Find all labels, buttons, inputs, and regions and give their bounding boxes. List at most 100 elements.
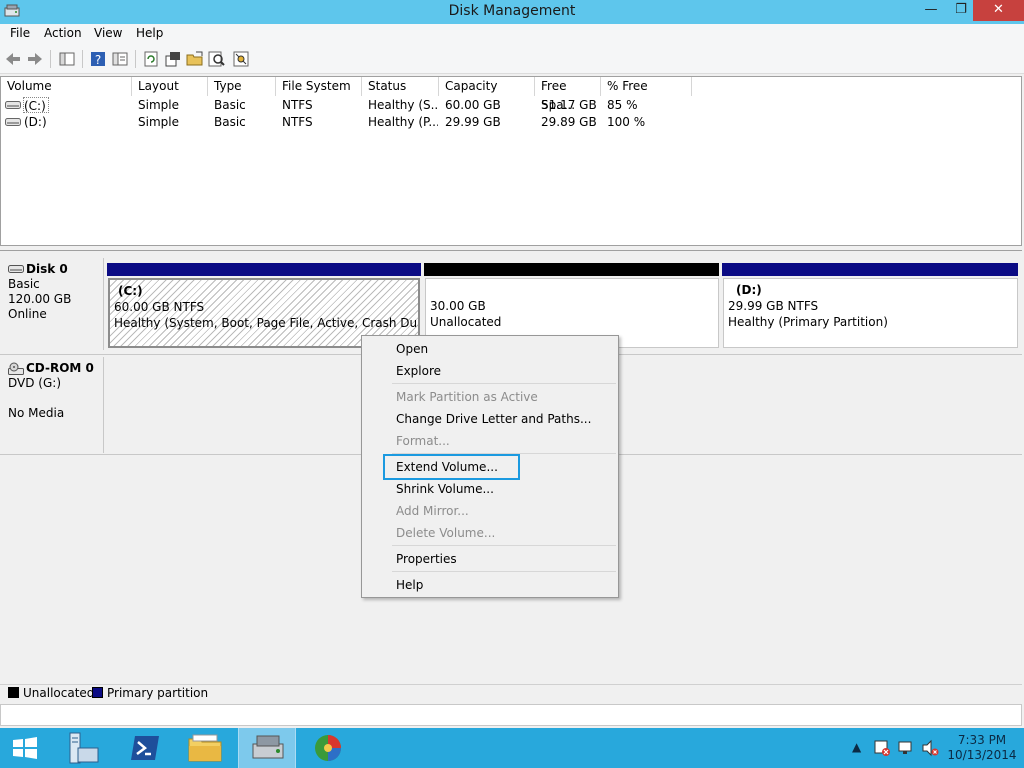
disk-name: CD-ROM 0 [26,361,94,375]
column-header-status[interactable]: Status [362,77,439,96]
column-header-file-system[interactable]: File System [276,77,362,96]
refresh-icon[interactable] [142,50,160,68]
partition-status: Unallocated [430,315,502,329]
taskbar-partition-tool[interactable] [300,728,356,768]
title-bar: Disk Management — ❐ ✕ [0,0,1024,24]
column-header-free-space[interactable]: Free Spa... [535,77,601,112]
file-explorer-icon [188,734,222,762]
volume-list: Volume Layout Type File System Status Ca… [0,76,1022,246]
cell-file-system: NTFS [282,98,313,112]
partition-status: Healthy (System, Boot, Page File, Active… [114,316,418,330]
minimize-button[interactable]: — [916,0,946,21]
disk-type: DVD (G:) [8,376,61,390]
svg-text:?: ? [95,53,101,67]
clock-time: 7:33 PM [957,733,1007,747]
toolbar-separator [82,50,83,68]
partition-label: (C:) [118,284,143,298]
partition-label [430,282,714,298]
back-icon[interactable] [4,50,22,68]
partition-bar-primary [722,263,1018,276]
disk-name: Disk 0 [26,262,68,276]
disk-0-label[interactable]: Disk 0 Basic 120.00 GB Online [2,258,104,350]
rescan-icon[interactable] [164,50,182,68]
column-header-type[interactable]: Type [208,77,276,96]
disk-state: Online [8,307,47,321]
disk-icon [8,265,24,273]
taskbar: ▲ 7:33 PM 10/13/2014 [0,728,1024,768]
search-icon[interactable] [208,50,226,68]
properties-icon[interactable] [111,50,129,68]
cell-volume: (C:) [23,97,49,113]
menu-file[interactable]: File [10,26,30,40]
legend-primary-label: Primary partition [107,686,209,700]
toolbar: ? [0,44,1024,74]
cell-volume: (D:) [24,115,47,129]
cdrom-0-label[interactable]: CD-ROM 0 DVD (G:) No Media [2,357,104,453]
cell-layout: Simple [138,98,179,112]
tray-overflow-icon[interactable]: ▲ [852,740,861,754]
network-icon[interactable] [897,739,915,757]
console-tree-icon[interactable] [58,50,76,68]
cell-capacity: 29.99 GB [445,115,501,129]
forward-icon[interactable] [26,50,44,68]
help-icon[interactable]: ? [89,50,107,68]
cell-capacity: 60.00 GB [445,98,501,112]
toolbar-separator [135,50,136,68]
settings-icon[interactable] [232,50,250,68]
menu-view[interactable]: View [94,26,122,40]
menu-item-mark-active: Mark Partition as Active [396,390,538,404]
cell-layout: Simple [138,115,179,129]
drive-icon [5,101,21,109]
partition-bar-unallocated [424,263,719,276]
clock-date: 10/13/2014 [947,748,1017,762]
powershell-icon [131,736,159,760]
disk-size: 120.00 GB [8,292,72,306]
toolbar-separator [50,50,51,68]
menu-separator [392,383,616,384]
cell-type: Basic [214,98,246,112]
menu-help[interactable]: Help [136,26,163,40]
taskbar-powershell[interactable] [118,728,174,768]
taskbar-server-manager[interactable] [56,728,112,768]
partition-size: 29.99 GB NTFS [728,299,819,313]
start-button[interactable] [0,728,56,768]
cell-free-space: 29.89 GB [541,115,597,129]
volume-muted-icon[interactable] [921,739,939,757]
column-header-percent-free[interactable]: % Free [601,77,692,96]
taskbar-file-explorer[interactable] [178,728,234,768]
menu-item-extend-volume[interactable]: Extend Volume... [396,460,498,474]
open-icon[interactable] [186,50,204,68]
partition-status: Healthy (Primary Partition) [728,315,888,329]
cell-type: Basic [214,115,246,129]
menu-item-shrink-volume[interactable]: Shrink Volume... [396,482,494,496]
menu-item-help[interactable]: Help [396,578,423,592]
table-row[interactable]: (D:) Simple Basic NTFS Healthy (P... 29.… [1,114,1021,130]
column-header-volume[interactable]: Volume [1,77,132,96]
column-header-layout[interactable]: Layout [132,77,208,96]
menu-item-change-drive-letter[interactable]: Change Drive Letter and Paths... [396,412,591,426]
column-header-capacity[interactable]: Capacity [439,77,535,96]
menu-action[interactable]: Action [44,26,82,40]
start-icon [13,737,37,759]
disk-management-icon [252,735,284,759]
menu-bar: File Action View Help [0,24,1024,44]
legend-unallocated-label: Unallocated [23,686,95,700]
close-button[interactable]: ✕ [973,0,1024,21]
menu-item-add-mirror: Add Mirror... [396,504,469,518]
taskbar-disk-management[interactable] [238,728,296,768]
menu-item-properties[interactable]: Properties [396,552,457,566]
restore-button[interactable]: ❐ [946,0,976,21]
action-center-icon[interactable] [873,739,891,757]
cell-percent-free: 100 % [607,115,646,129]
system-clock[interactable]: 7:33 PM 10/13/2014 [944,733,1020,763]
cell-file-system: NTFS [282,115,313,129]
partition-d[interactable]: (D:) 29.99 GB NTFS Healthy (Primary Part… [723,278,1018,348]
drive-icon [5,118,21,126]
partition-size: 60.00 GB NTFS [114,300,205,314]
menu-item-explore[interactable]: Explore [396,364,441,378]
cell-percent-free: 85 % [607,98,638,112]
status-bar [0,704,1022,726]
menu-item-format: Format... [396,434,450,448]
menu-item-open[interactable]: Open [396,342,428,356]
table-row[interactable]: (C:) Simple Basic NTFS Healthy (S... 60.… [1,97,1021,113]
